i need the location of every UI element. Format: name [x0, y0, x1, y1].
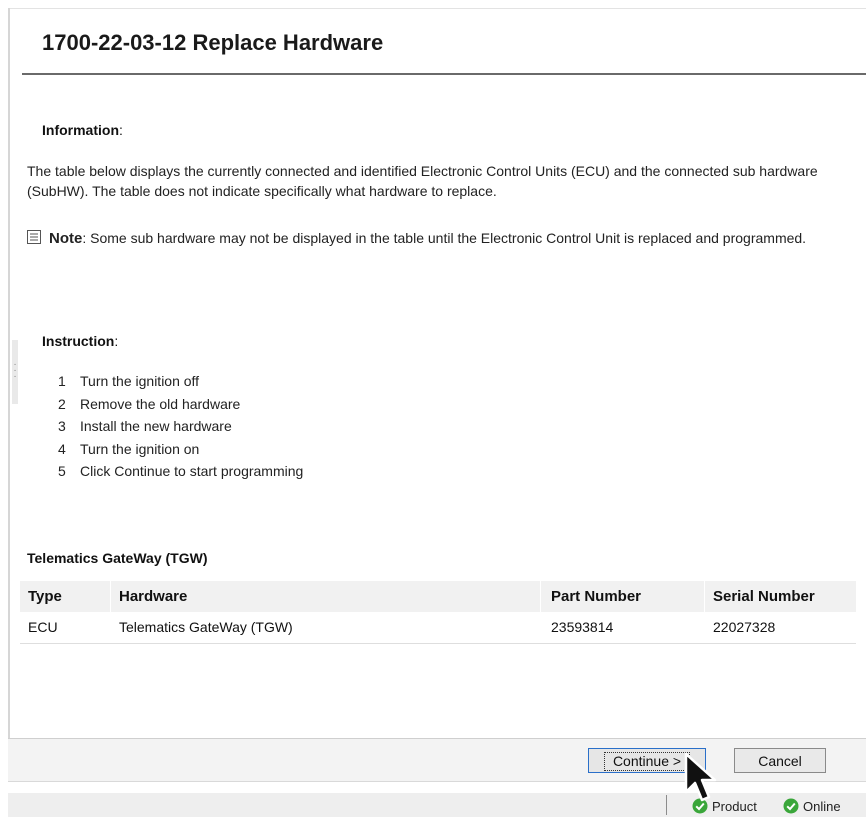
- title-divider: [22, 73, 866, 75]
- cell-serial-number: 22027328: [713, 619, 776, 635]
- window-left-border: [8, 8, 10, 738]
- note-label: Note: [49, 230, 83, 247]
- page-title: 1700-22-03-12 Replace Hardware: [42, 30, 384, 55]
- column-header-part-number[interactable]: Part Number: [551, 581, 641, 612]
- list-item: 5 Click Continue to start programming: [58, 463, 304, 479]
- list-item: 1 Turn the ignition off: [58, 373, 200, 389]
- list-item: 3 Install the new hardware: [58, 418, 232, 434]
- column-header-serial-number[interactable]: Serial Number: [713, 581, 815, 612]
- cell-hardware: Telematics GateWay (TGW): [119, 619, 293, 635]
- cell-type: ECU: [28, 619, 58, 635]
- list-item: 4 Turn the ignition on: [58, 440, 200, 457]
- instruction-steps-list: 1 Turn the ignition off 2 Remove the old h…: [58, 370, 303, 483]
- grip-dots-icon: · · ·: [13, 359, 17, 382]
- status-separator: [666, 795, 667, 815]
- table-header-row: Type Hardware Part Number Serial Number: [20, 581, 856, 612]
- mouse-pointer-icon: [684, 752, 720, 809]
- panel-splitter-handle[interactable]: · · ·: [12, 340, 18, 404]
- note-text: : Some sub hardware may not be displayed…: [82, 230, 807, 246]
- hardware-table: Type Hardware Part Number Serial Number …: [20, 581, 856, 644]
- cancel-button[interactable]: Cancel: [734, 748, 826, 773]
- list-item: 2 Remove the old hardware: [58, 395, 241, 412]
- column-header-hardware[interactable]: Hardware: [119, 581, 187, 612]
- status-bar: Product Online: [8, 793, 866, 817]
- note-paragraph: Note: Some sub hardware may not be displ…: [27, 228, 859, 249]
- window-top-border: [8, 8, 866, 9]
- note-document-icon: [27, 229, 41, 244]
- table-title: Telematics GateWay (TGW): [27, 550, 208, 566]
- table-row[interactable]: ECU Telematics GateWay (TGW) 23593814 22…: [20, 612, 856, 644]
- dialog-footer: Continue > Cancel: [8, 738, 866, 782]
- column-header-type[interactable]: Type: [28, 581, 62, 612]
- information-text: The table below displays the currently c…: [27, 163, 818, 199]
- cell-part-number: 23593814: [551, 619, 614, 635]
- check-circle-icon: [783, 798, 799, 817]
- online-status: Online: [783, 798, 841, 817]
- instruction-heading: Instruction:: [42, 333, 119, 349]
- information-heading: Information:: [42, 122, 123, 138]
